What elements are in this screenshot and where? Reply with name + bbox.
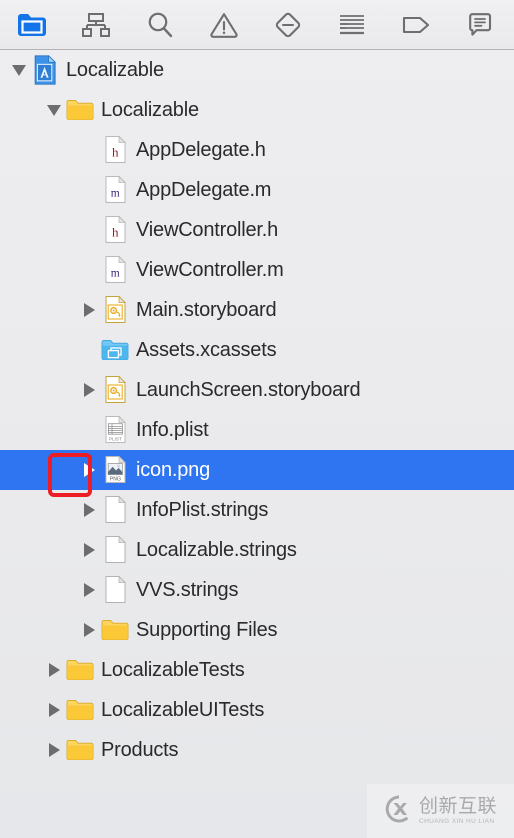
tree-row-label: icon.png bbox=[136, 458, 211, 481]
blank-file-icon bbox=[100, 535, 130, 565]
svg-text:h: h bbox=[111, 225, 118, 240]
tree-row[interactable]: m AppDelegate.m bbox=[0, 170, 514, 210]
folder-icon bbox=[100, 619, 130, 641]
folder-icon bbox=[65, 99, 95, 121]
tree-row-label: LocalizableUITests bbox=[101, 698, 265, 721]
disclosure-spacer bbox=[78, 339, 100, 361]
tree-row[interactable]: LocalizableUITests bbox=[0, 690, 514, 730]
tree-row[interactable]: LocalizableTests bbox=[0, 650, 514, 690]
watermark: 创新互联 CHUANG XIN HU LIAN bbox=[367, 784, 514, 838]
navigator-toolbar bbox=[0, 0, 514, 50]
tree-row[interactable]: Localizable.strings bbox=[0, 530, 514, 570]
tree-row[interactable]: Assets.xcassets bbox=[0, 330, 514, 370]
disclosure-spacer bbox=[78, 139, 100, 161]
storyboard-icon bbox=[100, 295, 130, 325]
svg-text:PNG: PNG bbox=[109, 477, 120, 483]
tree-row-label: Localizable bbox=[66, 58, 164, 81]
tree-row-label: InfoPlist.strings bbox=[136, 498, 269, 521]
list-lines-icon[interactable] bbox=[320, 5, 384, 45]
tree-row[interactable]: VVS.strings bbox=[0, 570, 514, 610]
disclosure-triangle-right-icon[interactable] bbox=[43, 699, 65, 721]
tree-row-label: VVS.strings bbox=[136, 578, 239, 601]
impl-file-icon: m bbox=[100, 175, 130, 205]
project-navigator-window: Localizable Localizable h AppDelegate.h … bbox=[0, 0, 514, 838]
tree-row-label: LocalizableTests bbox=[101, 658, 245, 681]
plist-file-icon: PLIST bbox=[100, 415, 130, 445]
diamond-minus-icon[interactable] bbox=[256, 5, 320, 45]
svg-text:m: m bbox=[110, 268, 119, 280]
tree-row[interactable]: h AppDelegate.h bbox=[0, 130, 514, 170]
comment-bubble-icon[interactable] bbox=[448, 5, 512, 45]
folder-icon[interactable] bbox=[0, 5, 64, 45]
watermark-pinyin: CHUANG XIN HU LIAN bbox=[418, 817, 495, 825]
disclosure-triangle-right-icon[interactable] bbox=[43, 659, 65, 681]
disclosure-triangle-right-icon[interactable] bbox=[78, 299, 100, 321]
tree-row-label: Localizable.strings bbox=[136, 538, 297, 561]
png-file-icon: PNG bbox=[100, 455, 130, 485]
folder-icon bbox=[65, 699, 95, 721]
disclosure-spacer bbox=[78, 219, 100, 241]
disclosure-triangle-right-icon[interactable] bbox=[78, 499, 100, 521]
disclosure-spacer bbox=[78, 419, 100, 441]
hierarchy-icon[interactable] bbox=[64, 5, 128, 45]
xcode-project-icon bbox=[30, 55, 60, 85]
storyboard-icon bbox=[100, 375, 130, 405]
disclosure-triangle-right-icon[interactable] bbox=[78, 459, 100, 481]
xcassets-icon bbox=[100, 339, 130, 361]
tag-icon[interactable] bbox=[384, 5, 448, 45]
disclosure-triangle-right-icon[interactable] bbox=[78, 579, 100, 601]
impl-file-icon: m bbox=[100, 255, 130, 285]
blank-file-icon bbox=[100, 495, 130, 525]
disclosure-spacer bbox=[78, 179, 100, 201]
disclosure-triangle-right-icon[interactable] bbox=[78, 539, 100, 561]
tree-row[interactable]: h ViewController.h bbox=[0, 210, 514, 250]
svg-text:m: m bbox=[110, 188, 119, 200]
tree-row-label: Products bbox=[101, 738, 179, 761]
tree-row-label: Main.storyboard bbox=[136, 298, 277, 321]
watermark-chinese: 创新互联 bbox=[418, 794, 497, 817]
tree-row[interactable]: Localizable bbox=[0, 90, 514, 130]
cx-circle-logo bbox=[384, 794, 414, 829]
disclosure-spacer bbox=[78, 259, 100, 281]
tree-row[interactable]: LaunchScreen.storyboard bbox=[0, 370, 514, 410]
disclosure-triangle-right-icon[interactable] bbox=[78, 619, 100, 641]
tree-row-label: Assets.xcassets bbox=[136, 338, 277, 361]
folder-icon bbox=[65, 659, 95, 681]
tree-row[interactable]: Main.storyboard bbox=[0, 290, 514, 330]
header-file-icon: h bbox=[100, 135, 130, 165]
tree-row[interactable]: Localizable bbox=[0, 50, 514, 90]
tree-row[interactable]: Supporting Files bbox=[0, 610, 514, 650]
svg-text:PLIST: PLIST bbox=[109, 436, 122, 441]
svg-text:h: h bbox=[111, 145, 118, 160]
tree-row[interactable]: PLIST Info.plist bbox=[0, 410, 514, 450]
disclosure-triangle-right-icon[interactable] bbox=[43, 739, 65, 761]
tree-row-label: Supporting Files bbox=[136, 618, 278, 641]
warning-triangle-icon[interactable] bbox=[192, 5, 256, 45]
disclosure-triangle-down-icon[interactable] bbox=[8, 59, 30, 81]
folder-icon bbox=[65, 739, 95, 761]
tree-row-label: Info.plist bbox=[136, 418, 209, 441]
blank-file-icon bbox=[100, 575, 130, 605]
tree-row[interactable]: InfoPlist.strings bbox=[0, 490, 514, 530]
tree-row[interactable]: PNG icon.png bbox=[0, 450, 514, 490]
tree-row-label: LaunchScreen.storyboard bbox=[136, 378, 361, 401]
project-file-tree[interactable]: Localizable Localizable h AppDelegate.h … bbox=[0, 50, 514, 770]
tree-row[interactable]: Products bbox=[0, 730, 514, 770]
search-icon[interactable] bbox=[128, 5, 192, 45]
disclosure-triangle-down-icon[interactable] bbox=[43, 99, 65, 121]
disclosure-triangle-right-icon[interactable] bbox=[78, 379, 100, 401]
tree-row-label: AppDelegate.h bbox=[136, 138, 266, 161]
header-file-icon: h bbox=[100, 215, 130, 245]
tree-row-label: ViewController.m bbox=[136, 258, 284, 281]
tree-row-label: Localizable bbox=[101, 98, 199, 121]
tree-row-label: AppDelegate.m bbox=[136, 178, 272, 201]
tree-row[interactable]: m ViewController.m bbox=[0, 250, 514, 290]
tree-row-label: ViewController.h bbox=[136, 218, 279, 241]
